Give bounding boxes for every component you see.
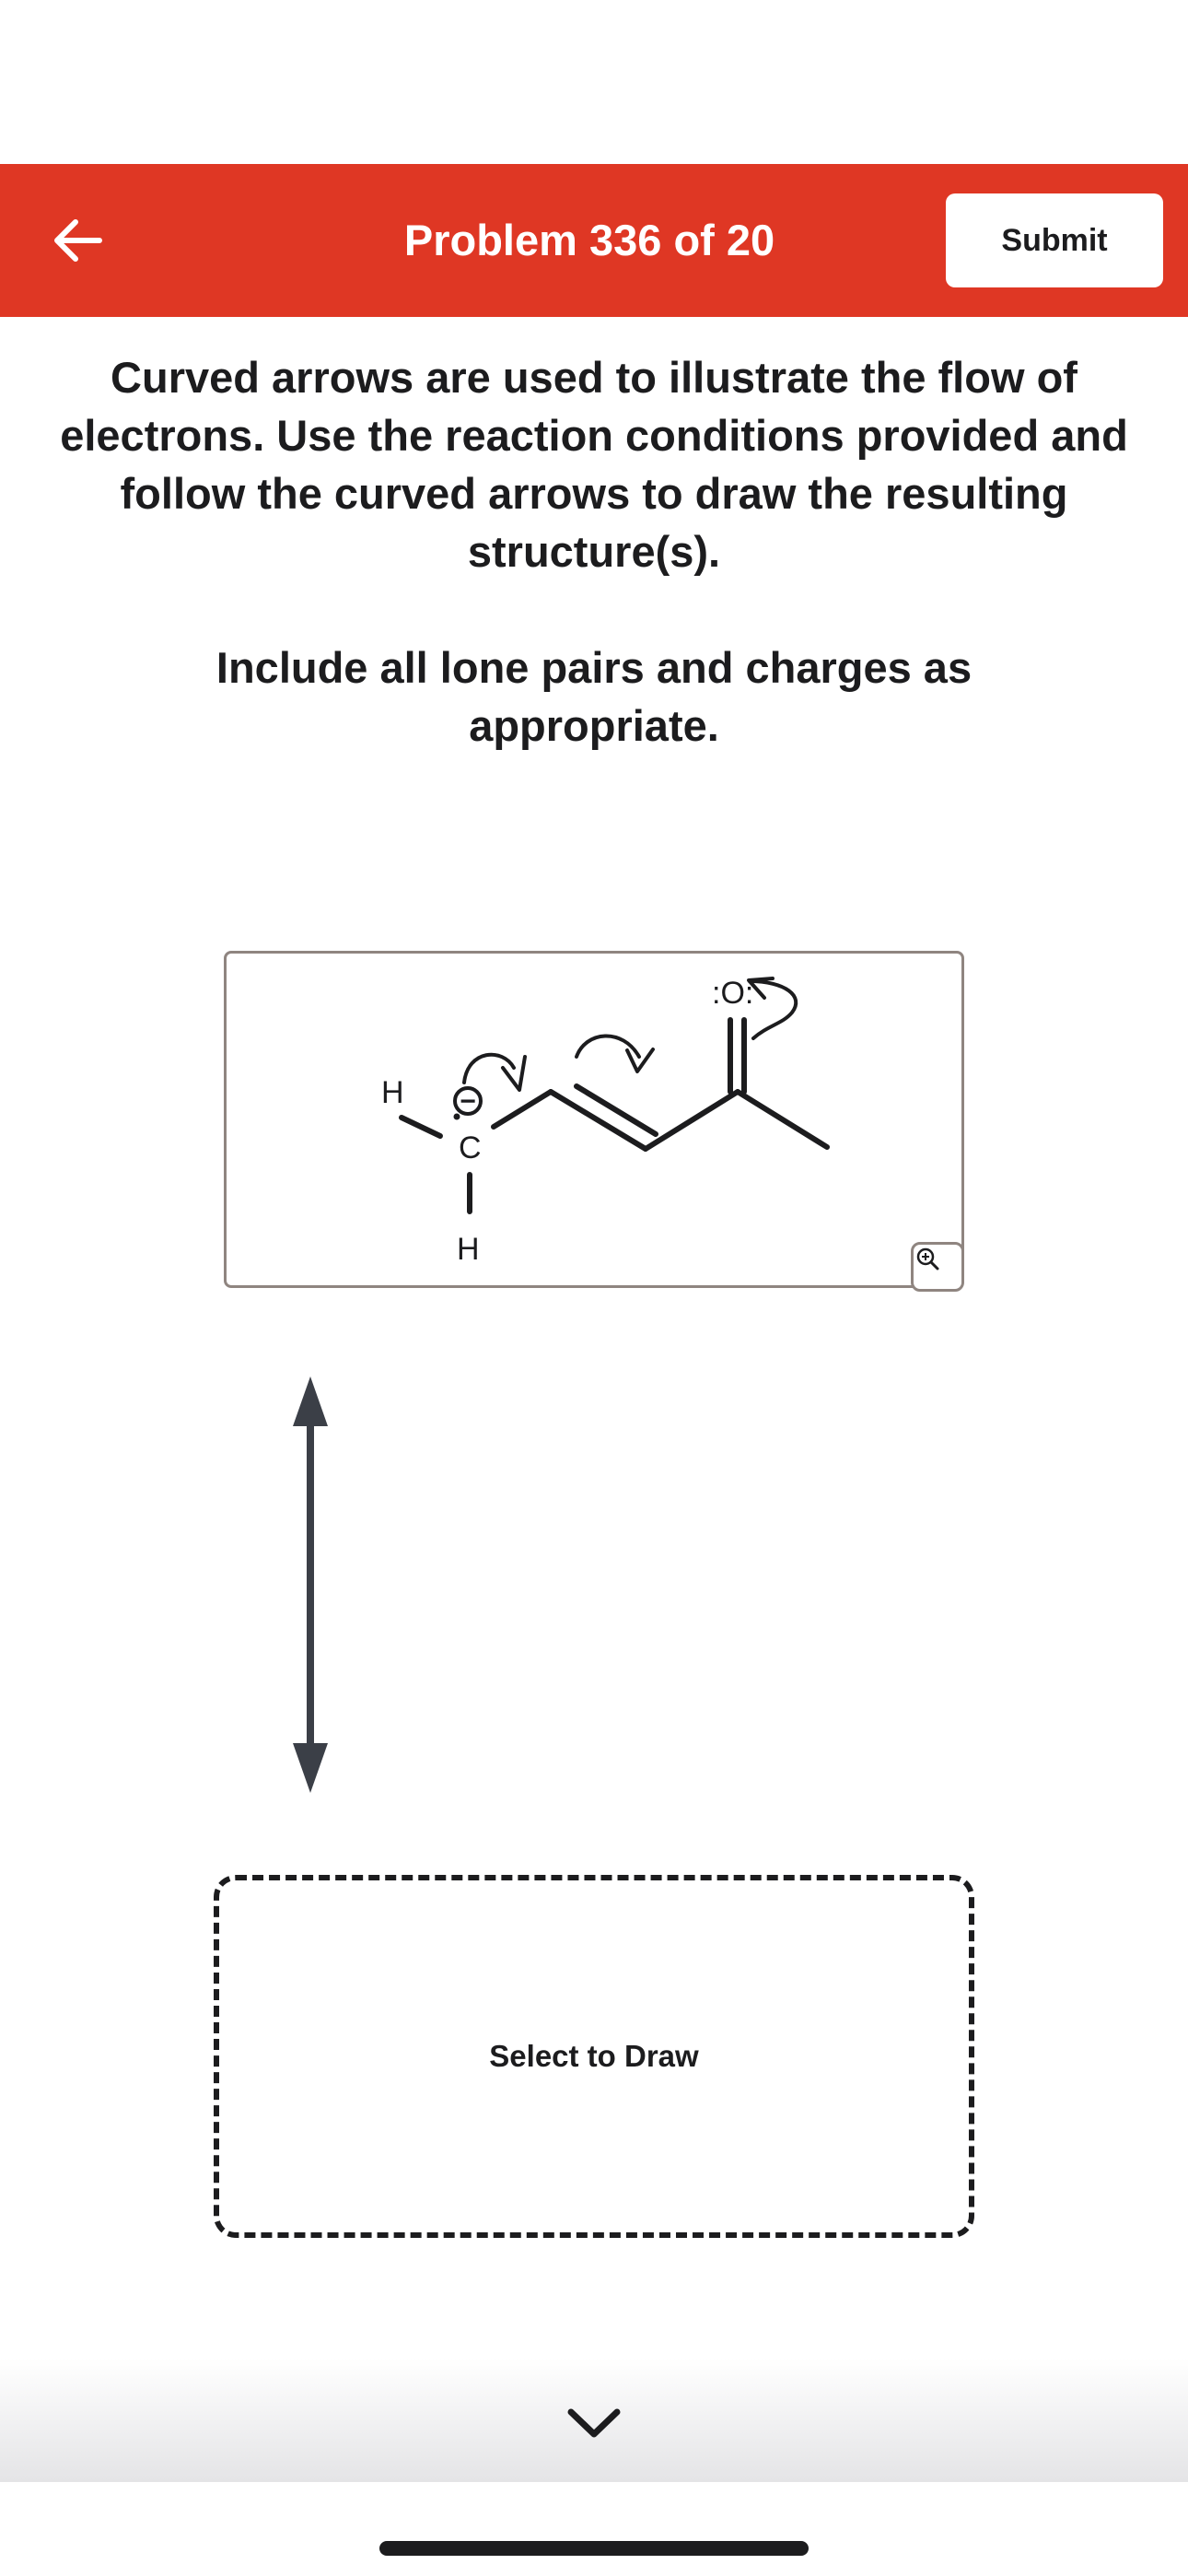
chevron-down-icon [567, 2408, 621, 2438]
negative-charge: − [460, 1086, 476, 1117]
atom-h-bottom: H [457, 1232, 480, 1267]
curved-arrow-2-head [625, 1048, 655, 1073]
reactant-structure: H C H :O: − [381, 976, 830, 1267]
curved-arrow-1-head [501, 1055, 527, 1092]
expand-button[interactable] [562, 2395, 626, 2451]
header-bar: Problem 336 of 20 Submit [0, 164, 1188, 317]
problem-title: Problem 336 of 20 [403, 216, 775, 264]
draw-area[interactable]: Select to Draw [214, 1875, 974, 2238]
atom-h-left: H [381, 1075, 404, 1110]
instructions-note: Include all lone pairs and charges as ap… [215, 643, 973, 750]
submit-button[interactable]: Submit [946, 193, 1163, 287]
arrow-left-icon [54, 219, 102, 262]
zoom-in-icon [916, 1247, 939, 1270]
curved-arrow-1 [462, 1052, 516, 1084]
draw-area-label: Select to Draw [489, 2039, 699, 2073]
reactant-structure-panel: H C H :O: − [224, 951, 964, 1292]
home-indicator[interactable] [379, 2541, 809, 2556]
double-headed-arrow-icon [293, 1376, 328, 1793]
atom-c-center: C [459, 1130, 482, 1165]
instructions-text: Curved arrows are used to illustrate the… [60, 353, 1128, 576]
zoom-button[interactable] [911, 1242, 964, 1292]
back-button[interactable] [46, 208, 111, 273]
